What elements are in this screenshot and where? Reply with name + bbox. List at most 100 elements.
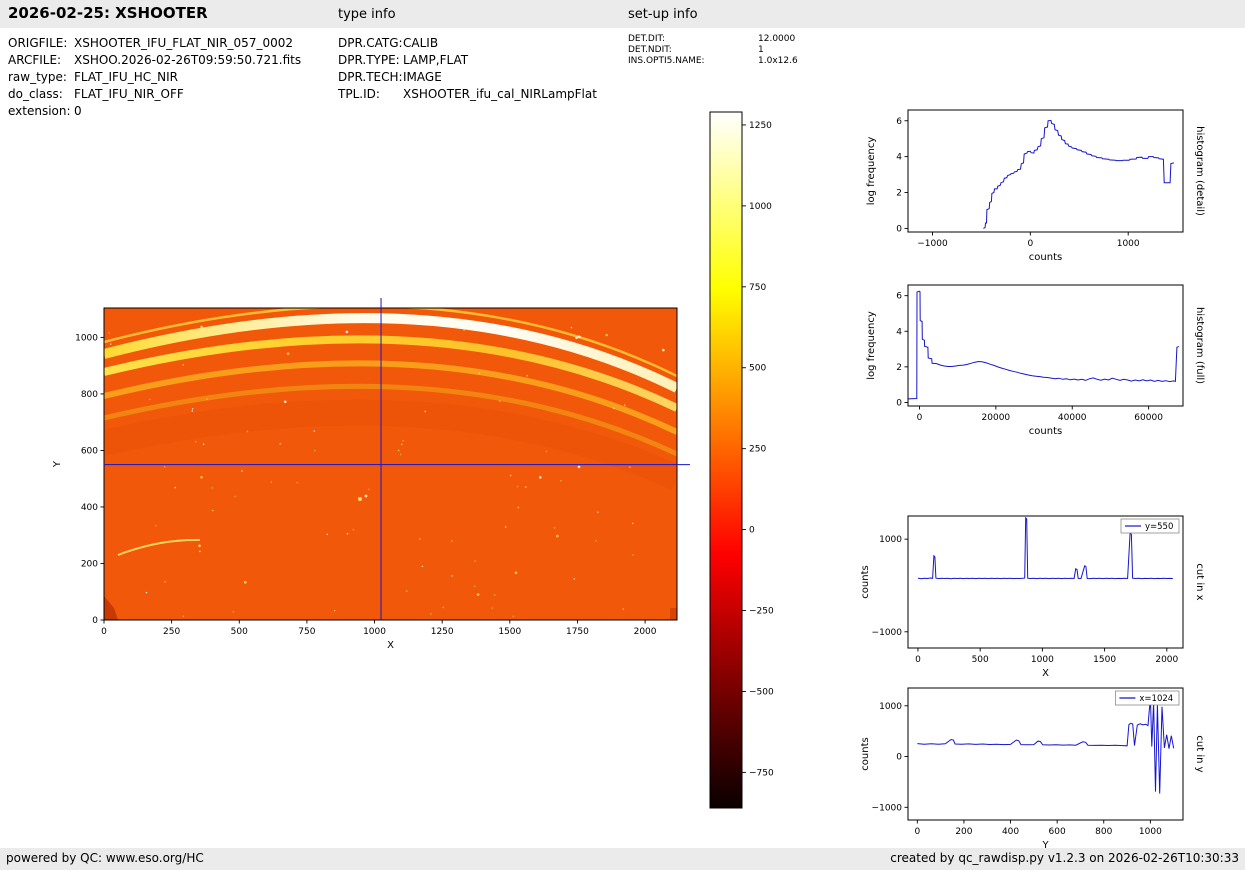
hot-pixel (513, 616, 514, 617)
y-tick-label: 200 (81, 559, 98, 569)
x-tick-label: 750 (298, 627, 315, 637)
hot-pixel (605, 334, 608, 337)
x-tick-label: 1000 (363, 627, 386, 637)
detector-image (104, 306, 677, 620)
colorbar-tick-label: 250 (749, 445, 766, 455)
cut-in-x-ylabel: counts (860, 565, 871, 598)
x-tick-label: 250 (163, 627, 180, 637)
x-tick-label: 400 (1002, 827, 1019, 837)
hot-pixel (155, 525, 156, 526)
y-tick-label: 600 (81, 446, 98, 456)
hot-pixel (461, 348, 462, 349)
hot-pixel (463, 330, 464, 331)
y-tick-label: 0 (92, 616, 98, 626)
hot-pixel (556, 535, 559, 538)
hot-pixel (195, 441, 196, 442)
x-tick-label: 20000 (982, 413, 1011, 423)
hot-pixel (327, 534, 328, 535)
y-tick-label: −1000 (872, 628, 903, 638)
cut-in-y-frame (908, 688, 1183, 820)
hot-pixel (505, 526, 506, 527)
hot-pixel (315, 342, 316, 343)
hot-pixel (212, 487, 213, 488)
hot-pixel (494, 594, 495, 595)
footer-left: powered by QC: www.eso.org/HC (6, 851, 204, 865)
hot-pixel (110, 343, 111, 344)
x-tick-label: 500 (231, 627, 248, 637)
legend-label: y=550 (1145, 522, 1173, 532)
x-tick-label: 1500 (498, 627, 521, 637)
colorbar-tick-label: −750 (749, 768, 774, 778)
hot-pixel (613, 408, 614, 409)
hot-pixel (571, 327, 572, 328)
hot-pixel (241, 470, 242, 471)
hot-pixel (353, 529, 354, 530)
x-tick-label: 600 (1049, 827, 1066, 837)
hot-pixel (271, 481, 272, 482)
hot-pixel (578, 336, 581, 339)
colorbar-tick-label: −250 (749, 607, 774, 617)
hot-pixel (109, 332, 110, 333)
histogram-detail-side-label: histogram (detail) (1194, 126, 1205, 216)
hot-pixel (198, 545, 201, 548)
x-tick-label: 0 (917, 413, 923, 423)
hot-pixel (518, 507, 519, 508)
hot-pixel (206, 399, 207, 400)
hot-pixel (517, 486, 518, 487)
colorbar-tick-label: −500 (749, 687, 774, 697)
y-tick-label: 2 (896, 363, 902, 373)
main-image-ylabel: Y (52, 460, 63, 468)
histogram-detail-frame (908, 110, 1183, 232)
x-tick-label: 1000 (1139, 827, 1162, 837)
cut-in-x-frame (908, 516, 1183, 648)
hot-pixel (474, 586, 475, 587)
hot-pixel (165, 581, 166, 582)
x-tick-label: 0 (914, 827, 920, 837)
hot-pixel (546, 451, 547, 452)
hot-pixel (203, 444, 204, 445)
hot-pixel (623, 608, 624, 609)
hot-pixel (200, 326, 203, 329)
histogram-full-side-label: histogram (full) (1194, 307, 1205, 384)
hot-pixel (244, 581, 247, 584)
hot-pixel (632, 554, 633, 555)
hot-pixel (199, 551, 200, 552)
colorbar-tick-label: 1250 (749, 121, 772, 131)
colorbar-tick-label: 0 (749, 526, 755, 536)
histogram-full-ylabel: log frequency (866, 311, 877, 380)
hot-pixel (629, 467, 630, 468)
x-tick-label: 60000 (1134, 413, 1163, 423)
y-tick-label: 4 (896, 153, 902, 163)
histogram-detail-data-line (983, 120, 1174, 228)
footer-bar: powered by QC: www.eso.org/HC created by… (0, 848, 1245, 870)
y-tick-label: 1000 (879, 535, 902, 545)
hot-pixel (574, 578, 575, 579)
dark-corner-patch-right (670, 608, 677, 620)
hot-pixel (287, 352, 290, 355)
colorbar-tick-label: 1000 (749, 202, 772, 212)
hot-pixel-cluster (365, 495, 368, 498)
hot-pixel (443, 607, 444, 608)
x-tick-label: 2000 (634, 627, 657, 637)
hot-pixel (314, 450, 315, 451)
x-tick-label: 0 (1027, 239, 1033, 249)
x-tick-label: 1250 (431, 627, 454, 637)
qc-report-page: 2026-02-25: XSHOOTER type info set-up in… (0, 0, 1245, 870)
hot-pixel (560, 480, 561, 481)
hot-pixel (492, 607, 493, 608)
hot-pixel (402, 440, 403, 441)
y-tick-label: 1000 (75, 333, 98, 343)
x-tick-label: 1000 (1031, 655, 1054, 665)
hot-pixel (192, 410, 193, 411)
y-tick-label: 800 (81, 390, 98, 400)
hot-pixel (477, 593, 480, 596)
colorbar-tick-label: 750 (749, 283, 766, 293)
y-tick-label: 400 (81, 503, 98, 513)
hot-pixel (422, 566, 423, 567)
hot-pixel (284, 401, 287, 404)
y-tick-label: 4 (896, 327, 902, 337)
hot-pixel (368, 489, 369, 490)
hot-pixel (474, 560, 475, 561)
y-tick-label: 0 (896, 398, 902, 408)
hot-pixel (192, 408, 193, 409)
